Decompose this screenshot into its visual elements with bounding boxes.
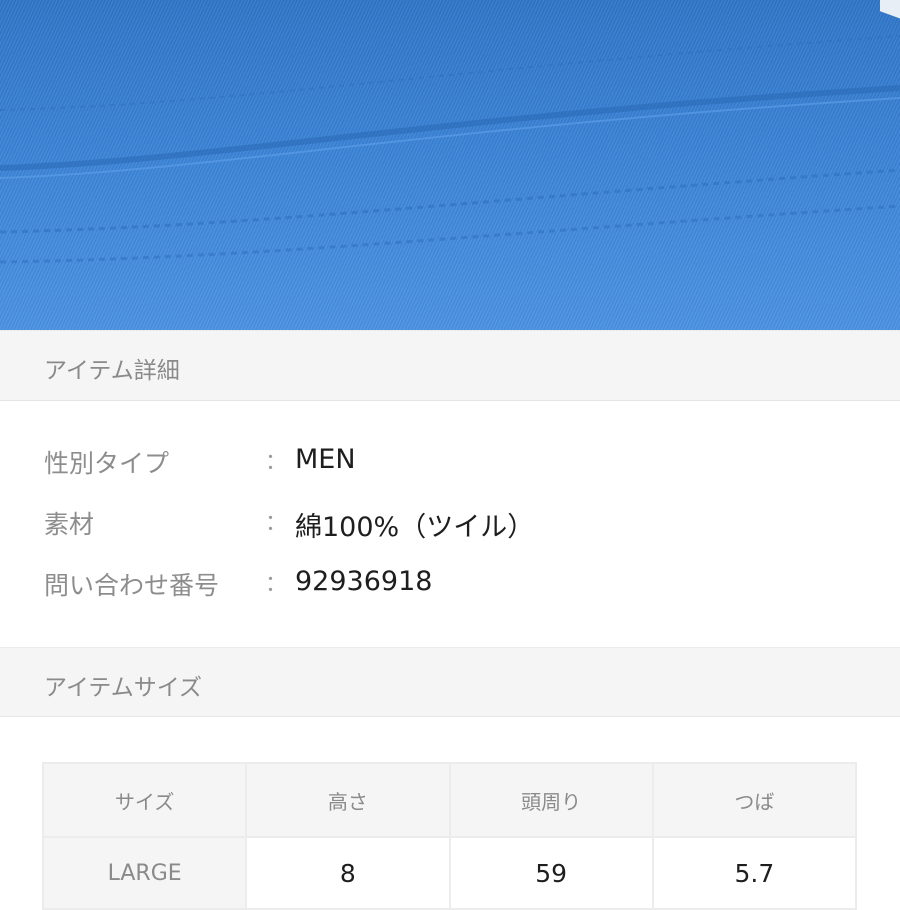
- table-row: LARGE 8 59 5.7: [41, 836, 858, 910]
- detail-value: 92936918: [295, 566, 433, 597]
- size-table-header-row: サイズ 高さ 頭周り つば: [41, 762, 858, 838]
- col-header-head: 頭周り: [448, 762, 654, 838]
- product-photo: [0, 0, 900, 330]
- detail-label: 素材: [44, 510, 95, 539]
- size-table: サイズ 高さ 頭周り つば LARGE 8 59 5.7: [41, 762, 858, 910]
- hat-stitching-graphic: [0, 35, 900, 264]
- detail-colon: ：: [265, 572, 288, 597]
- size-cell: LARGE: [41, 836, 248, 910]
- item-detail-heading: アイテム詳細: [44, 358, 180, 384]
- height-cell: 8: [245, 836, 451, 910]
- col-header-size: サイズ: [41, 762, 248, 838]
- detail-row-material: 素材 ： 綿100%（ツイル）: [0, 505, 900, 545]
- item-size-header: アイテムサイズ: [0, 647, 900, 717]
- detail-label: 性別タイプ: [44, 449, 170, 478]
- detail-row-gender: 性別タイプ ： MEN: [0, 444, 900, 484]
- background-corner: [880, 0, 900, 26]
- detail-value: MEN: [295, 444, 356, 475]
- col-header-height: 高さ: [245, 762, 451, 838]
- col-header-brim: つば: [651, 762, 858, 838]
- brim-cell: 5.7: [651, 836, 858, 910]
- detail-label: 問い合わせ番号: [44, 571, 220, 600]
- detail-colon: ：: [265, 511, 288, 536]
- item-detail-header: アイテム詳細: [0, 330, 900, 401]
- detail-value: 綿100%（ツイル）: [295, 512, 535, 543]
- item-size-heading: アイテムサイズ: [44, 675, 203, 701]
- head-cell: 59: [448, 836, 654, 910]
- detail-colon: ：: [265, 450, 288, 475]
- detail-row-inquiry-number: 問い合わせ番号 ： 92936918: [0, 566, 900, 606]
